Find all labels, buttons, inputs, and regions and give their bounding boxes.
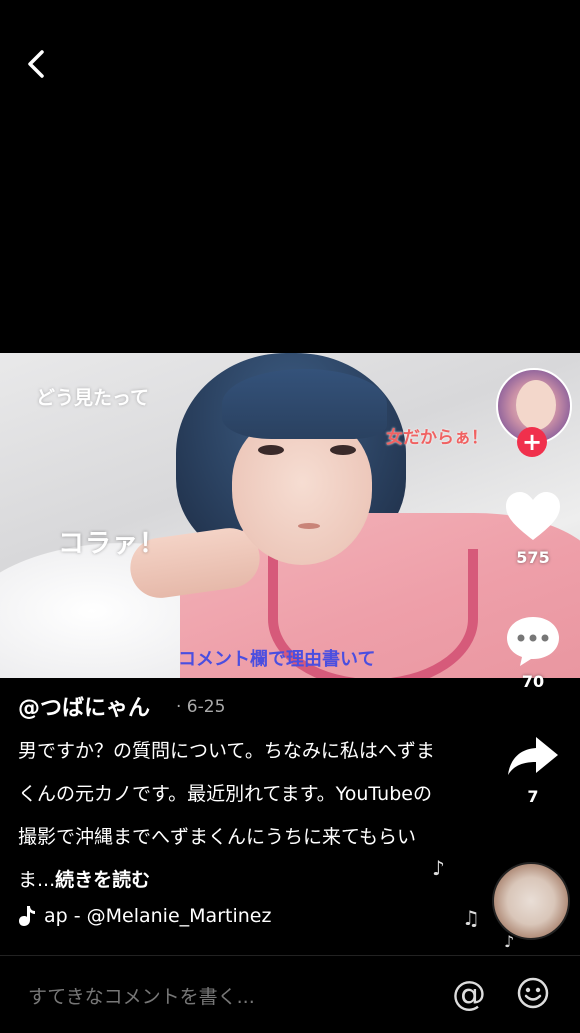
comment-bubble-icon — [507, 617, 559, 666]
bangs-shape — [222, 369, 387, 439]
tiktok-note-icon — [19, 906, 35, 926]
left-eye — [258, 445, 284, 455]
music-info[interactable]: ap - @Melanie_Martinez — [18, 905, 271, 927]
back-chevron-icon[interactable] — [18, 44, 54, 84]
read-more-link[interactable]: 続きを読む — [55, 869, 150, 891]
avatar-face — [516, 380, 556, 430]
video-caption-text: コラァ！ — [58, 529, 167, 559]
comment-count: 70 — [521, 672, 545, 691]
music-note-icon: ♪ — [504, 932, 515, 951]
emoji-icon[interactable] — [517, 977, 549, 1009]
share-button[interactable]: 7 — [493, 733, 573, 806]
right-eye — [330, 445, 356, 455]
post-date: · 6-25 — [176, 697, 226, 717]
video-caption-text: コメント欄で理由書いて — [178, 649, 376, 670]
mention-at-icon[interactable]: @ — [452, 974, 486, 1014]
mouth — [298, 523, 320, 529]
music-note-icon: ♪ — [432, 856, 445, 880]
music-disc[interactable] — [492, 862, 570, 940]
comment-input[interactable]: すてきなコメントを書く... — [28, 982, 255, 1009]
comment-bar: すてきなコメントを書く... @ — [0, 955, 580, 1033]
music-title: ap - @Melanie_Martinez — [44, 905, 272, 927]
post-caption: 男ですか？の質問について。ちなみに私はへずまくんの元カノです。最近別れてます。Y… — [18, 730, 448, 902]
heart-icon — [506, 492, 560, 540]
follow-plus-button[interactable]: + — [517, 427, 547, 457]
share-count: 7 — [527, 787, 539, 806]
video-caption-text: 女だからぁ！ — [386, 428, 488, 448]
comment-button[interactable]: 70 — [493, 614, 573, 691]
like-count: 575 — [516, 548, 550, 567]
share-arrow-icon — [508, 737, 558, 775]
like-button[interactable]: 575 — [493, 490, 573, 567]
music-note-icon: ♫ — [462, 906, 480, 930]
video-caption-text: どう見たって — [36, 387, 150, 409]
creator-username[interactable]: @つばにゃん — [18, 690, 150, 722]
